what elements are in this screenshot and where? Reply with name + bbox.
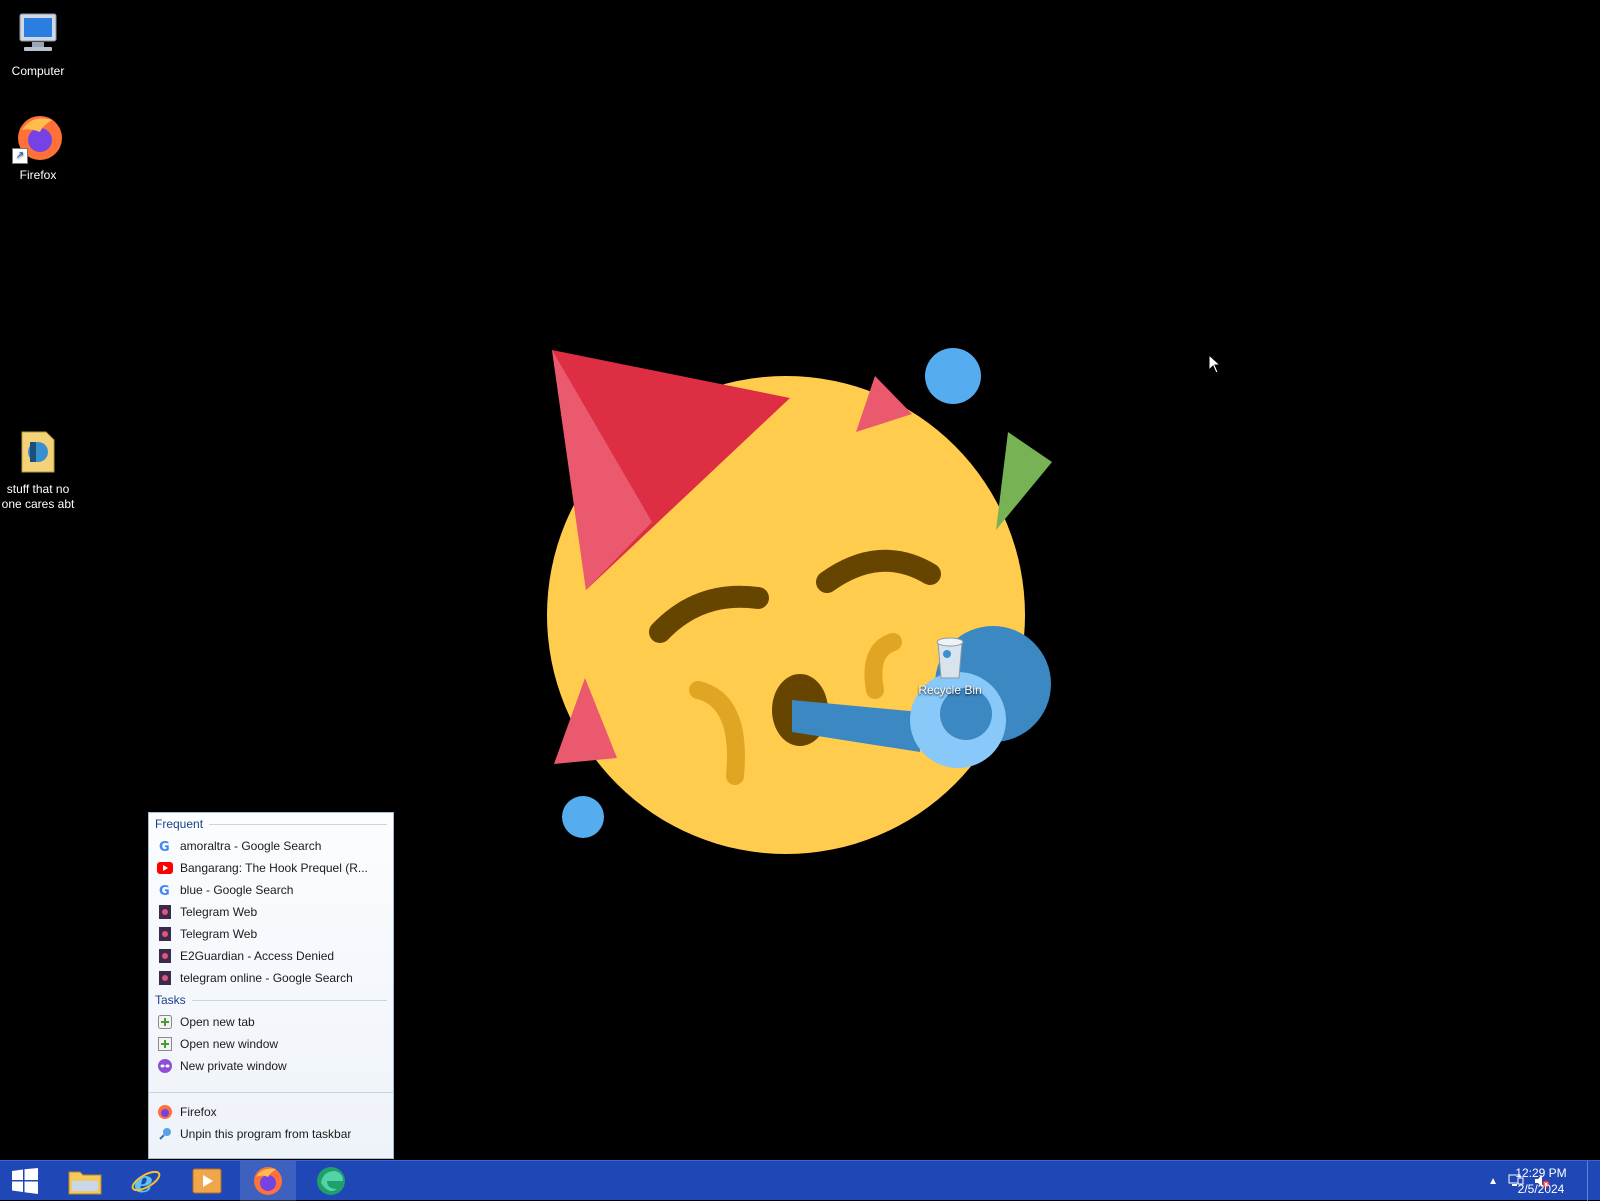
folder-icon [12,426,64,478]
taskbar-internet-explorer[interactable]: e [118,1161,174,1201]
taskbar: e ▲ 12:29 PM 2/5/2024 [0,1160,1600,1201]
jump-item-telegram-web-1[interactable]: Telegram Web [149,901,393,923]
windows-start-icon [12,1168,38,1194]
desktop-icon-folder[interactable]: stuff that no one cares abt [0,426,76,512]
page-icon [157,926,173,942]
mouse-cursor-icon [1208,354,1222,374]
shortcut-arrow-icon: ↗ [12,148,28,164]
start-button[interactable] [0,1161,50,1201]
jump-item-bangarang[interactable]: Bangarang: The Hook Prequel (R... [149,857,393,879]
task-new-private-window[interactable]: New private window [149,1055,393,1077]
desktop-icon-computer[interactable]: Computer [0,8,76,79]
firefox-icon: ↗ [12,112,64,164]
new-window-icon [157,1036,173,1052]
page-icon [157,948,173,964]
private-window-icon [157,1058,173,1074]
tasks-header: Tasks [149,989,393,1011]
taskbar-media-player[interactable] [179,1161,235,1201]
firefox-jump-list: Frequent G amoraltra - Google Search Ban… [148,812,394,1159]
jump-item-e2guardian[interactable]: E2Guardian - Access Denied [149,945,393,967]
new-tab-icon [157,1014,173,1030]
jump-item-blue-search[interactable]: G blue - Google Search [149,879,393,901]
taskbar-file-explorer[interactable] [57,1161,113,1201]
unpin-icon [157,1126,173,1142]
jump-item-telegram-online[interactable]: telegram online - Google Search [149,967,393,989]
firefox-icon [254,1167,282,1195]
page-icon [157,970,173,986]
task-open-new-tab[interactable]: Open new tab [149,1011,393,1033]
desktop-icon-firefox[interactable]: ↗ Firefox [0,112,76,183]
google-icon: G [157,838,173,854]
recycle-bin-icon [936,637,964,679]
svg-text:G: G [159,840,170,853]
taskbar-clock[interactable]: 12:29 PM 2/5/2024 [1506,1165,1576,1197]
launch-firefox[interactable]: Firefox [149,1101,393,1123]
taskbar-edge[interactable] [303,1161,359,1201]
file-explorer-icon [68,1171,102,1195]
internet-explorer-icon: e [131,1165,161,1197]
clock-date: 2/5/2024 [1517,1182,1565,1196]
page-icon [157,904,173,920]
youtube-icon [157,860,173,876]
taskbar-firefox[interactable] [240,1161,296,1201]
jump-item-telegram-web-2[interactable]: Telegram Web [149,923,393,945]
show-hidden-icons-icon[interactable]: ▲ [1488,1176,1498,1187]
svg-text:G: G [159,884,170,897]
frequent-header: Frequent [149,813,393,835]
unpin-from-taskbar[interactable]: Unpin this program from taskbar [149,1123,393,1145]
edge-icon [317,1167,345,1195]
jump-list-pinned-section: Firefox Unpin this program from taskbar [149,1092,393,1158]
show-desktop-button[interactable] [1587,1161,1600,1201]
recycle-bin-label: Recycle Bin [918,683,982,697]
media-player-icon [192,1168,222,1194]
computer-icon [12,8,64,60]
task-open-new-window[interactable]: Open new window [149,1033,393,1055]
desktop-icon-recycle-bin[interactable]: Recycle Bin [912,636,988,697]
jump-item-amoraltra[interactable]: G amoraltra - Google Search [149,835,393,857]
google-icon: G [157,882,173,898]
clock-time: 12:29 PM [1515,1166,1567,1180]
firefox-icon [157,1104,173,1120]
